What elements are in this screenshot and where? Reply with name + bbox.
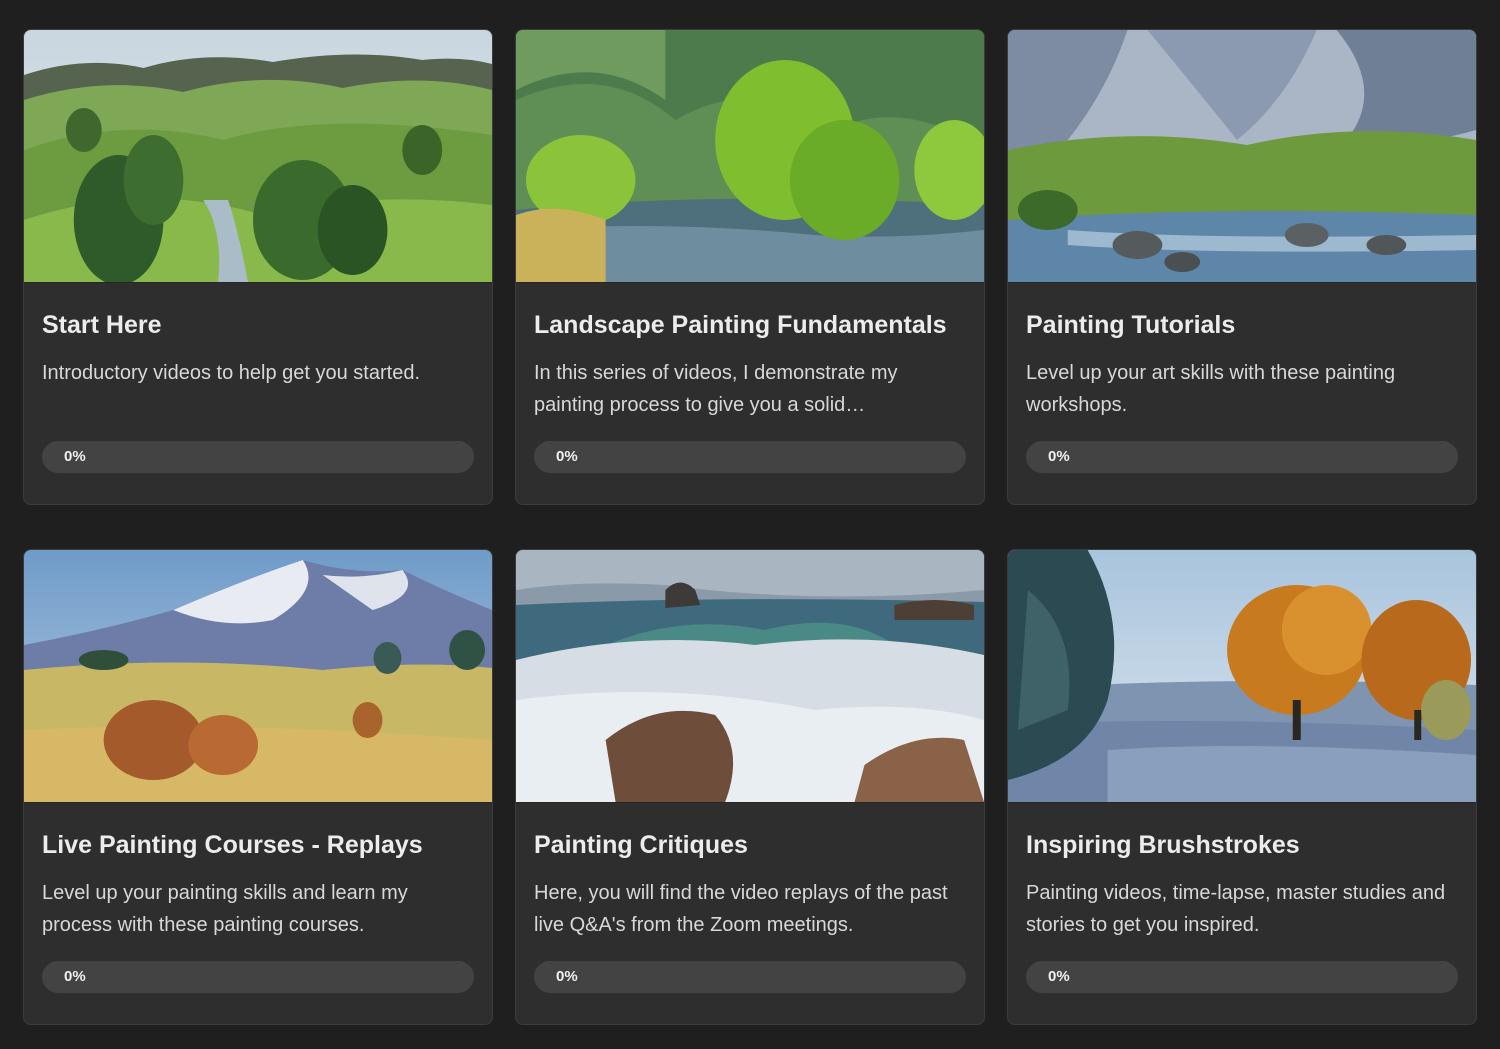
course-thumbnail-image[interactable] [516, 550, 984, 803]
course-thumbnail-image[interactable] [1008, 30, 1476, 283]
course-progress-bar: 0% [1026, 961, 1458, 993]
course-title[interactable]: Landscape Painting Fundamentals [534, 309, 966, 341]
course-card-painting-tutorials[interactable]: Painting Tutorials Level up your art ski… [1007, 29, 1477, 505]
course-progress-bar: 0% [42, 961, 474, 993]
progress-percent: 0% [64, 968, 86, 985]
course-description: Level up your painting skills and learn … [42, 882, 408, 936]
course-card-start-here[interactable]: Start Here Introductory videos to help g… [23, 29, 493, 505]
course-progress-bar: 0% [534, 441, 966, 473]
course-progress-bar: 0% [42, 441, 474, 473]
course-thumbnail-image[interactable] [24, 550, 492, 803]
course-title[interactable]: Inspiring Brushstrokes [1026, 829, 1458, 861]
course-description: Level up your art skills with these pain… [1026, 362, 1396, 416]
course-description: Here, you will find the video replays of… [534, 882, 948, 936]
course-card-landscape-painting-fundamentals[interactable]: Landscape Painting Fundamentals In this … [515, 29, 985, 505]
course-card-live-painting-courses-replays[interactable]: Live Painting Courses - Replays Level up… [23, 549, 493, 1025]
course-description: In this series of videos, I demonstrate … [534, 362, 898, 416]
course-description: Introductory videos to help get you star… [42, 362, 420, 384]
course-title[interactable]: Live Painting Courses - Replays [42, 829, 474, 861]
course-thumbnail-image[interactable] [1008, 550, 1476, 803]
course-thumbnail-image[interactable] [24, 30, 492, 283]
progress-percent: 0% [1048, 968, 1070, 985]
course-title[interactable]: Painting Tutorials [1026, 309, 1458, 341]
progress-percent: 0% [556, 968, 578, 985]
progress-percent: 0% [556, 448, 578, 465]
progress-percent: 0% [64, 448, 86, 465]
course-grid: Start Here Introductory videos to help g… [23, 29, 1478, 1025]
course-progress-bar: 0% [534, 961, 966, 993]
progress-percent: 0% [1048, 448, 1070, 465]
course-description: Painting videos, time-lapse, master stud… [1026, 882, 1446, 936]
course-card-painting-critiques[interactable]: Painting Critiques Here, you will find t… [515, 549, 985, 1025]
course-thumbnail-image[interactable] [516, 30, 984, 283]
course-title[interactable]: Start Here [42, 309, 474, 341]
course-progress-bar: 0% [1026, 441, 1458, 473]
course-title[interactable]: Painting Critiques [534, 829, 966, 861]
course-card-inspiring-brushstrokes[interactable]: Inspiring Brushstrokes Painting videos, … [1007, 549, 1477, 1025]
